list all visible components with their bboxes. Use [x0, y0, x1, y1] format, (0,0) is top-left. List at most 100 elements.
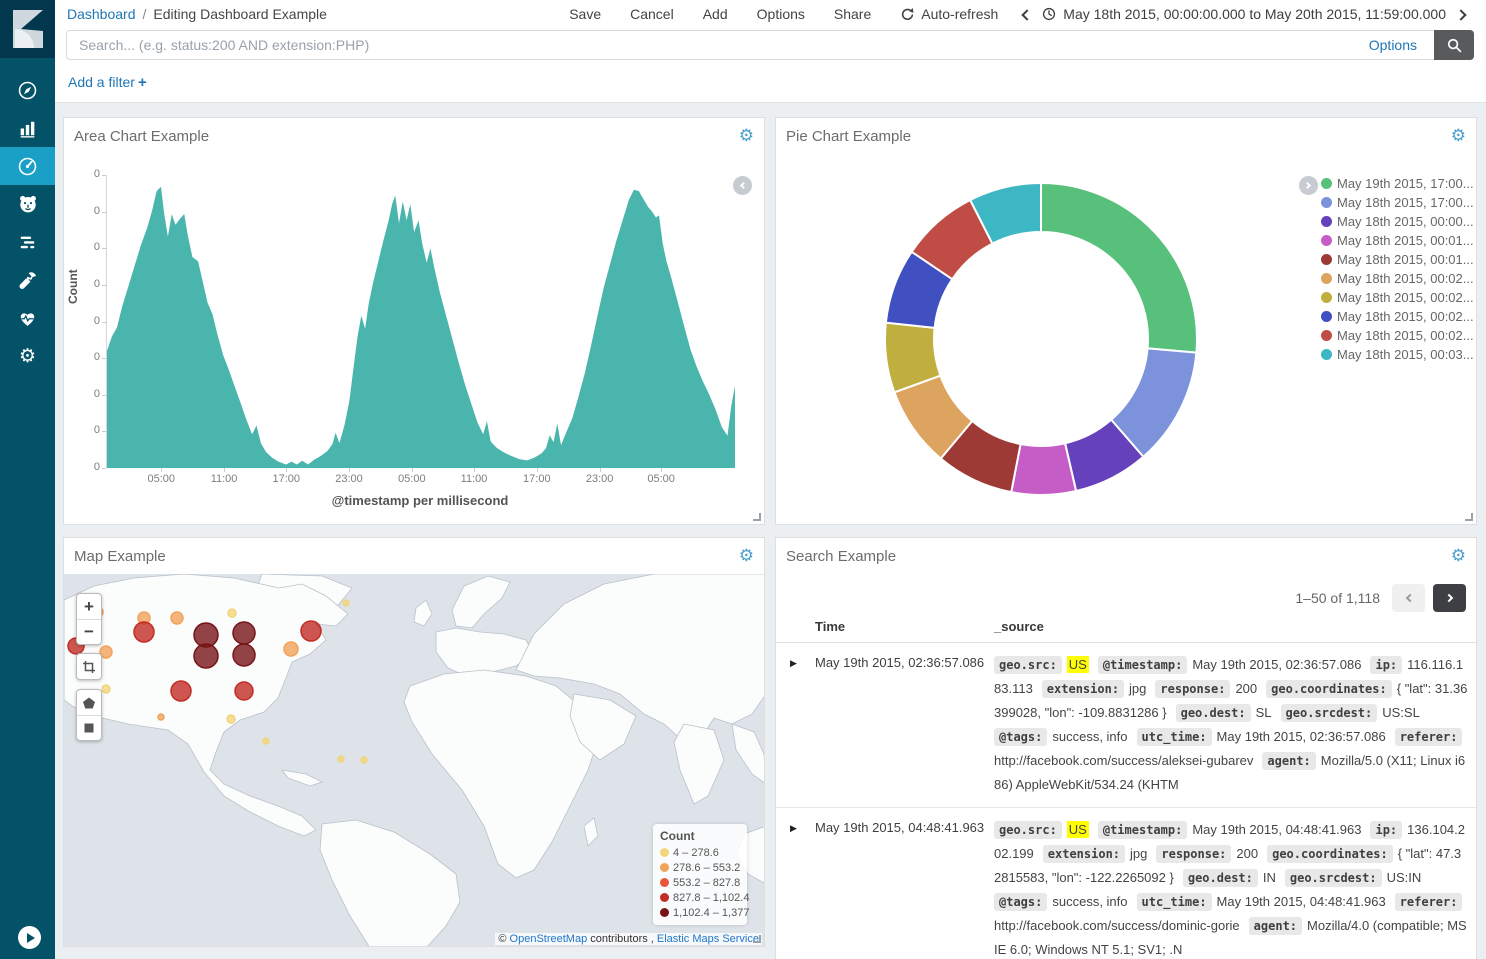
map-panel-title: Map Example — [74, 548, 166, 565]
field-value: 200 — [1236, 846, 1258, 861]
openstreetmap-link[interactable]: OpenStreetMap — [510, 933, 588, 945]
legend-item[interactable]: May 18th 2015, 00:01... — [1321, 250, 1474, 269]
resize-handle[interactable] — [753, 513, 761, 521]
map-legend-row: 1,102.4 – 1,377 — [660, 905, 740, 920]
legend-color-dot — [660, 878, 669, 887]
field-key-badge: geo.src: — [994, 821, 1062, 839]
geo-count-dot[interactable] — [171, 681, 191, 701]
sidebar-item-settings[interactable]: ⚙ — [0, 337, 55, 375]
geo-count-dot[interactable] — [102, 685, 110, 693]
geo-count-dot[interactable] — [343, 600, 349, 606]
geo-count-dot[interactable] — [194, 644, 218, 668]
legend-item[interactable]: May 18th 2015, 00:02... — [1321, 288, 1474, 307]
map-legend-row: 827.8 – 1,102.4 — [660, 890, 740, 905]
zoom-in-button[interactable]: + — [77, 594, 101, 619]
table-row: May 19th 2015, 04:48:41.963geo.src:US@ti… — [776, 808, 1476, 959]
field-value: May 19th 2015, 02:36:57.086 — [1217, 729, 1386, 744]
legend-item[interactable]: May 19th 2015, 17:00... — [1321, 174, 1474, 193]
field-key-badge: geo.coordinates: — [1266, 680, 1392, 698]
gear-icon[interactable] — [739, 128, 754, 145]
geo-count-dot[interactable] — [158, 714, 164, 720]
geo-count-dot[interactable] — [263, 738, 269, 744]
nav-action-options[interactable]: Options — [757, 6, 805, 22]
rectangle-tool-button[interactable] — [77, 715, 101, 740]
geo-count-dot[interactable] — [233, 644, 255, 666]
auto-refresh-button[interactable]: Auto-refresh — [900, 6, 998, 22]
kibana-logo-icon — [13, 10, 43, 48]
nav-action-add[interactable]: Add — [703, 6, 728, 22]
area-chart-plot[interactable] — [106, 175, 734, 468]
breadcrumb-dashboard-link[interactable]: Dashboard — [67, 6, 136, 22]
geo-count-dot[interactable] — [228, 609, 236, 617]
legend-item[interactable]: May 18th 2015, 00:02... — [1321, 307, 1474, 326]
fit-bounds-button[interactable] — [77, 654, 101, 679]
map-canvas[interactable]: + − — [64, 574, 764, 946]
geo-count-dot[interactable] — [361, 757, 367, 763]
search-button[interactable] — [1434, 30, 1474, 60]
nav-action-cancel[interactable]: Cancel — [630, 6, 674, 22]
resize-handle[interactable] — [1465, 513, 1473, 521]
expand-caret-icon[interactable] — [790, 653, 815, 797]
nav-action-save[interactable]: Save — [569, 6, 601, 22]
search-panel-body: 1–50 of 1,118 Time _source May 19th 2015… — [776, 574, 1476, 959]
sidebar-item-management[interactable] — [0, 261, 55, 299]
geo-count-dot[interactable] — [233, 622, 255, 644]
time-prev-button[interactable] — [1016, 6, 1038, 22]
geo-count-dot[interactable] — [284, 642, 298, 656]
time-next-button[interactable] — [1450, 6, 1472, 22]
gear-icon[interactable] — [739, 548, 754, 565]
legend-range-label: 553.2 – 827.8 — [673, 877, 740, 889]
search-input[interactable] — [67, 37, 1361, 53]
legend-range-label: 827.8 – 1,102.4 — [673, 892, 749, 904]
sidebar-item-dashboard[interactable] — [0, 147, 55, 185]
search-options-link[interactable]: Options — [1369, 37, 1417, 53]
gear-icon[interactable] — [1451, 128, 1466, 145]
copyright-text: © — [498, 933, 509, 945]
sidebar-item-dev-tools[interactable] — [0, 223, 55, 261]
sidebar-item-monitoring[interactable] — [0, 299, 55, 337]
legend-item[interactable]: May 18th 2015, 00:03... — [1321, 345, 1474, 364]
legend-item[interactable]: May 18th 2015, 00:02... — [1321, 326, 1474, 345]
x-tick-label: 11:00 — [461, 473, 488, 485]
nav-action-share[interactable]: Share — [834, 6, 871, 22]
legend-toggle-button[interactable] — [733, 176, 752, 195]
elastic-maps-service-link[interactable]: Elastic Maps Service — [657, 933, 759, 945]
geo-count-dot[interactable] — [227, 715, 235, 723]
sidebar-item-discover[interactable] — [0, 71, 55, 109]
sidebar-item-timelion[interactable] — [0, 185, 55, 223]
legend-color-dot — [660, 893, 669, 902]
prev-page-button[interactable] — [1392, 584, 1425, 612]
legend-item[interactable]: May 18th 2015, 17:00... — [1321, 193, 1474, 212]
legend-item[interactable]: May 18th 2015, 00:01... — [1321, 231, 1474, 250]
geo-count-dot[interactable] — [235, 682, 253, 700]
legend-color-dot — [1321, 254, 1332, 265]
next-page-button[interactable] — [1433, 584, 1466, 612]
add-filter-link[interactable]: Add a filter+ — [68, 74, 147, 91]
pie-slice[interactable] — [1011, 443, 1076, 495]
time-range-button[interactable]: May 18th 2015, 00:00:00.000 to May 20th … — [1042, 6, 1446, 22]
geo-count-dot[interactable] — [301, 621, 321, 641]
area-series — [107, 187, 735, 468]
legend-item[interactable]: May 18th 2015, 00:02... — [1321, 269, 1474, 288]
x-tick-mark — [537, 468, 538, 472]
polygon-tool-button[interactable] — [77, 690, 101, 715]
kibana-logo[interactable] — [0, 0, 55, 58]
panel-map: Map Example — [63, 537, 765, 947]
pie-slice[interactable] — [1041, 183, 1197, 353]
geo-count-dot[interactable] — [171, 612, 183, 624]
chevron-left-icon — [740, 182, 747, 189]
field-key-badge: geo.srcdest: — [1281, 704, 1378, 722]
legend-label: May 18th 2015, 00:03... — [1337, 347, 1474, 362]
expand-caret-icon[interactable] — [790, 818, 815, 959]
sidebar-item-visualize[interactable] — [0, 109, 55, 147]
geo-count-dot[interactable] — [338, 756, 344, 762]
legend-item[interactable]: May 18th 2015, 00:00... — [1321, 212, 1474, 231]
y-tick-label: 0 — [64, 278, 100, 290]
panel-pie-chart: Pie Chart Example May 19th 2015, 17:00..… — [775, 117, 1477, 525]
geo-count-dot[interactable] — [134, 622, 154, 642]
legend-toggle-button[interactable] — [1299, 176, 1318, 195]
gear-icon[interactable] — [1451, 548, 1466, 565]
resize-handle[interactable] — [753, 935, 761, 943]
sidebar-collapse-button[interactable] — [18, 926, 41, 949]
zoom-out-button[interactable]: − — [77, 619, 101, 644]
